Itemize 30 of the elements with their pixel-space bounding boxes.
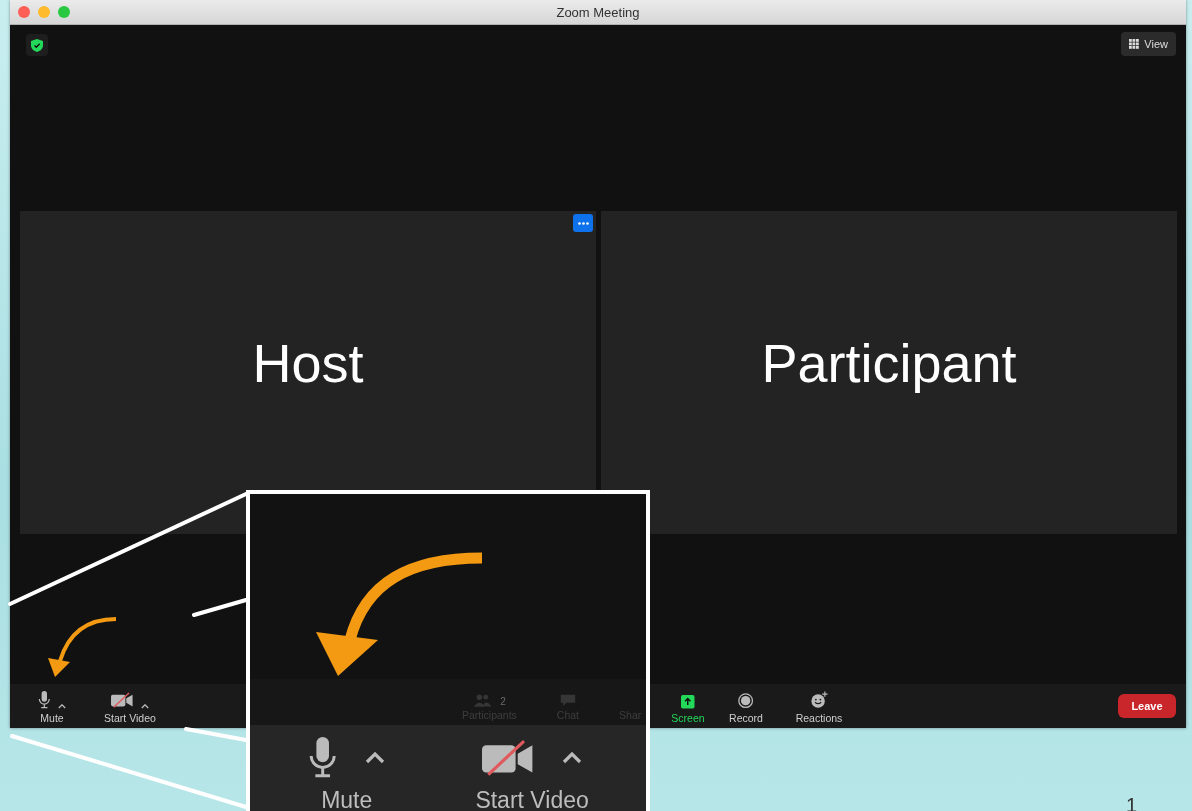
magnified-label: Mute (321, 787, 373, 811)
view-button[interactable]: View (1121, 32, 1176, 56)
microphone-icon (308, 737, 338, 779)
toolbar-button[interactable]: Start Video (84, 688, 176, 724)
video-off-icon (110, 692, 134, 709)
leave-button[interactable]: Leave (1118, 694, 1176, 718)
microphone-icon (37, 690, 51, 709)
chat-icon (559, 694, 576, 707)
video-off-icon (481, 739, 535, 777)
smiley-plus-icon (810, 690, 828, 709)
grid-icon (1129, 39, 1140, 49)
window-title: Zoom Meeting (556, 4, 640, 20)
participant-count: 2 (500, 696, 506, 707)
caret-icon[interactable] (365, 752, 386, 764)
caret-icon[interactable] (58, 703, 67, 709)
share-screen-icon (681, 695, 695, 709)
dots-icon (577, 221, 589, 225)
more-options-button[interactable] (573, 214, 593, 232)
people-icon (473, 694, 493, 707)
toolbar-button[interactable]: Screen (666, 688, 710, 724)
toolbar-button[interactable]: Mute (20, 688, 84, 724)
record-icon (738, 693, 754, 709)
participant-name: Participant (761, 331, 1017, 394)
security-shield-icon[interactable] (26, 34, 48, 56)
toolbar-button[interactable]: Record (710, 688, 782, 724)
caret-icon[interactable] (141, 703, 150, 709)
caret-icon[interactable] (562, 752, 583, 764)
magnified-label: Start Video (475, 787, 589, 811)
toolbar-button[interactable]: Reactions (782, 688, 856, 724)
participant-name: Host (252, 331, 364, 394)
